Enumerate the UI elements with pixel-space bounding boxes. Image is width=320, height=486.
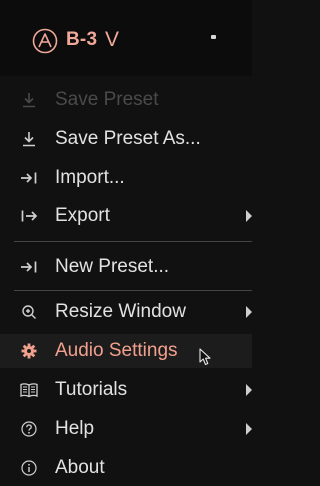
info-icon (14, 451, 44, 485)
menu-item-label: Resize Window (55, 301, 186, 322)
menu-item-label: Help (55, 418, 95, 439)
product-name: B-3 (66, 29, 98, 50)
export-icon (14, 199, 44, 233)
menu-item-resize-window[interactable]: Resize Window (0, 295, 252, 329)
menu-divider (14, 290, 252, 291)
caret-down-icon (210, 35, 216, 39)
menu-item-about[interactable]: About (0, 451, 252, 485)
menu-item-label: New Preset... (55, 256, 170, 277)
menu-item-label: Import... (55, 167, 125, 188)
menu-item-label: Tutorials (55, 379, 128, 400)
submenu-arrow-icon (246, 384, 252, 396)
submenu-arrow-icon (246, 306, 252, 318)
menu-item-save-preset[interactable]: Save Preset (0, 83, 252, 117)
menu-item-export[interactable]: Export (0, 199, 252, 233)
menu-item-label: About (55, 457, 105, 478)
new-preset-icon (14, 250, 44, 284)
zoom-icon (14, 295, 44, 329)
menu-item-import[interactable]: Import... (0, 161, 252, 195)
menu-item-save-preset-as[interactable]: Save Preset As... (0, 122, 252, 156)
menu-item-label: Save Preset As... (55, 128, 201, 149)
menu-item-audio-settings[interactable]: Audio Settings (0, 334, 252, 368)
help-icon (14, 412, 44, 446)
menu-toggle-button[interactable] (206, 30, 220, 44)
menu-item-label: Audio Settings (55, 340, 178, 361)
app-header: B-3 V (0, 0, 252, 76)
arturia-logo-icon (32, 28, 58, 54)
import-icon (14, 161, 44, 195)
product-version: V (105, 28, 120, 51)
submenu-arrow-icon (246, 423, 252, 435)
download-icon (14, 122, 44, 156)
menu-item-help[interactable]: Help (0, 412, 252, 446)
menu-item-label: Export (55, 205, 110, 226)
submenu-arrow-icon (246, 210, 252, 222)
menu-divider (14, 241, 252, 242)
download-icon (14, 83, 44, 117)
book-icon (14, 373, 44, 407)
menu-item-new-preset[interactable]: New Preset... (0, 250, 252, 284)
menu-item-label: Save Preset (55, 89, 159, 110)
menu-item-tutorials[interactable]: Tutorials (0, 373, 252, 407)
mouse-cursor-icon (199, 348, 211, 366)
gear-icon (14, 334, 44, 368)
